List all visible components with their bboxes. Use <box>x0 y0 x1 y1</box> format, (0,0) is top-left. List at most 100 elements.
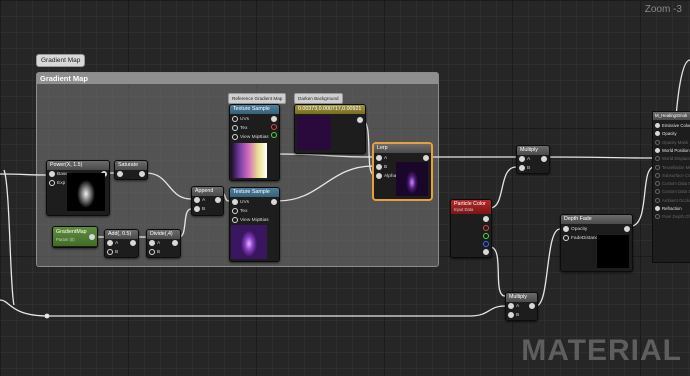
depth-fade-node[interactable]: Depth Fade Opacity FadeDistance <box>560 214 633 272</box>
power-base-pin[interactable]: Base <box>47 170 68 178</box>
material-result-node[interactable]: M_HealingSmok Emissive Color Opacity Opaci… <box>652 111 690 263</box>
material-input-pin[interactable]: Custom Data 0 <box>655 180 690 187</box>
particle-color-node[interactable]: Particle Color Input Data <box>450 199 492 258</box>
comment-box-title[interactable]: Gradient Map <box>37 73 438 84</box>
material-input-pin[interactable]: Emissive Color <box>655 122 690 129</box>
material-graph-canvas[interactable]: Zoom -3 Gradient Map Gradient Map Refere… <box>0 0 690 376</box>
divide-b-pin[interactable]: B <box>147 248 160 256</box>
texture-top-mipbias-pin[interactable]: View MipBias <box>230 133 269 141</box>
saturate-input-pin[interactable] <box>115 170 125 178</box>
material-input-pin[interactable]: Ambient Occlusion <box>655 197 690 204</box>
power-node[interactable]: Power(X, 1.5) Base Exp <box>46 160 110 216</box>
material-input-label: Subsurface Color <box>662 172 690 178</box>
material-input-pin[interactable]: Refraction <box>655 205 682 212</box>
material-input-pin[interactable]: Opacity Mask <box>655 139 688 146</box>
append-output-pin[interactable] <box>213 196 223 204</box>
pin-circle-icon <box>655 214 660 220</box>
texture-top-rgb-pin[interactable] <box>269 115 279 123</box>
multiply-emissive-b-pin[interactable]: B <box>517 164 530 172</box>
material-input-pin[interactable]: World Displacement <box>655 155 690 162</box>
texture-sample-smoke-node[interactable]: Texture Sample UVs Tex View MipBias <box>229 187 280 262</box>
constant3-output-pin[interactable] <box>355 116 365 124</box>
reference-gradient-map-tag: Reference Gradient Map <box>228 93 287 104</box>
comment-bubble-tab[interactable]: Gradient Map <box>36 54 86 67</box>
pin-circle-icon <box>655 189 660 195</box>
particle-color-b-pin[interactable] <box>481 240 491 248</box>
wire-input-to-multiply-bottom <box>0 299 506 317</box>
add-a-pin[interactable]: A <box>105 239 118 247</box>
material-input-label: Refraction <box>662 206 682 211</box>
multiply-emissive-node[interactable]: Multiply A B <box>516 145 550 174</box>
material-input-pin[interactable]: World Position Offset <box>655 147 690 154</box>
multiply-opacity-output-pin[interactable] <box>527 302 537 310</box>
texture-bottom-uvs-pin[interactable]: UVs <box>230 198 249 206</box>
lerp-a-pin[interactable]: A <box>374 154 387 162</box>
add-b-pin[interactable]: B <box>105 248 118 256</box>
append-a-pin[interactable]: A <box>192 196 205 204</box>
depth-fade-opacity-pin[interactable]: Opacity <box>561 225 587 233</box>
texture-top-uvs-pin[interactable]: UVs <box>230 115 249 123</box>
saturate-node[interactable]: Saturate <box>114 160 148 180</box>
gradient-map-param-title: GradientMap <box>56 229 87 235</box>
material-watermark: MATERIAL <box>521 334 682 367</box>
power-preview <box>67 173 105 211</box>
multiply-opacity-b-pin[interactable]: B <box>506 311 519 319</box>
particle-color-alpha-pin[interactable] <box>481 248 491 256</box>
append-b-pin[interactable]: B <box>192 205 205 213</box>
multiply-opacity-node[interactable]: Multiply A B <box>505 292 538 321</box>
gradient-map-param-subtitle: Param (0) <box>56 237 75 242</box>
material-input-label: World Position Offset <box>662 147 690 153</box>
texture-sample-gradient-title: Texture Sample <box>230 105 279 114</box>
texture-bottom-rgb-pin[interactable] <box>269 198 279 206</box>
material-input-pin[interactable]: Custom Data 1 <box>655 188 690 195</box>
multiply-opacity-a-pin[interactable]: A <box>506 302 519 310</box>
add-node[interactable]: Add(, 0.5) A B <box>104 229 139 258</box>
gradient-map-param-output-pin[interactable] <box>87 233 97 241</box>
append-node[interactable]: Append A B <box>191 186 224 216</box>
material-input-pin[interactable]: Opacity <box>655 130 677 137</box>
texture-bottom-mipbias-pin[interactable]: View MipBias <box>230 216 269 224</box>
reroute-dot <box>44 313 50 319</box>
multiply-emissive-output-pin[interactable] <box>539 155 549 163</box>
wire-left-branch <box>3 169 15 306</box>
lerp-b-pin[interactable]: B <box>374 163 387 171</box>
multiply-emissive-a-pin[interactable]: A <box>517 155 530 163</box>
append-node-title: Append <box>192 187 223 196</box>
divide-a-pin[interactable]: A <box>147 239 160 247</box>
divide-output-pin[interactable] <box>170 239 180 247</box>
texture-bottom-tex-pin[interactable]: Tex <box>230 207 247 215</box>
divide-node[interactable]: Divide(,4) A B <box>146 229 181 258</box>
texture-top-r-pin[interactable] <box>269 123 279 131</box>
add-output-pin[interactable] <box>128 239 138 247</box>
wire-multiply-to-emissive <box>547 156 655 159</box>
texture-sample-gradient-node[interactable]: Texture Sample UVs Tex View MipBias <box>229 104 280 181</box>
lerp-output-pin[interactable] <box>421 154 431 162</box>
material-input-label: Custom Data 0 <box>662 181 690 187</box>
texture-top-g-pin[interactable] <box>269 131 279 139</box>
material-input-label: World Displacement <box>662 156 690 162</box>
multiply-emissive-title: Multiply <box>517 146 549 155</box>
texture-top-tex-pin[interactable]: Tex <box>230 124 247 132</box>
pin-circle-icon <box>655 147 660 153</box>
particle-color-g-pin[interactable] <box>481 232 491 240</box>
material-result-title: M_HealingSmok <box>653 112 690 120</box>
depth-fade-distance-pin[interactable]: FadeDistance <box>561 234 601 242</box>
gradient-texture-preview <box>231 143 267 178</box>
pin-circle-icon <box>655 139 660 145</box>
pin-circle-icon <box>655 206 660 211</box>
constant3-vector-title: 0.00373,0.000717,0.00921 <box>295 105 365 114</box>
lerp-node[interactable]: Lerp A B Alpha <box>373 143 432 200</box>
particle-color-r-pin[interactable] <box>481 224 491 232</box>
constant3-vector-node[interactable]: 0.00373,0.000717,0.00921 <box>294 104 366 154</box>
saturate-output-pin[interactable] <box>137 170 147 178</box>
material-input-pin[interactable]: Tessellation Multiplier <box>655 164 690 171</box>
power-exp-pin[interactable]: Exp <box>47 179 65 187</box>
depth-fade-output-pin[interactable] <box>622 225 632 233</box>
material-input-pin[interactable]: Subsurface Color <box>655 172 690 179</box>
darken-background-tag: Darken Background <box>294 93 343 104</box>
gradient-map-param-node[interactable]: GradientMap Param (0) <box>52 226 98 248</box>
particle-color-rgb-pin[interactable] <box>481 215 491 223</box>
lerp-alpha-pin[interactable]: Alpha <box>374 172 396 180</box>
material-input-pin[interactable]: Pixel Depth Offset <box>655 213 690 220</box>
material-input-label: Pixel Depth Offset <box>662 214 690 220</box>
